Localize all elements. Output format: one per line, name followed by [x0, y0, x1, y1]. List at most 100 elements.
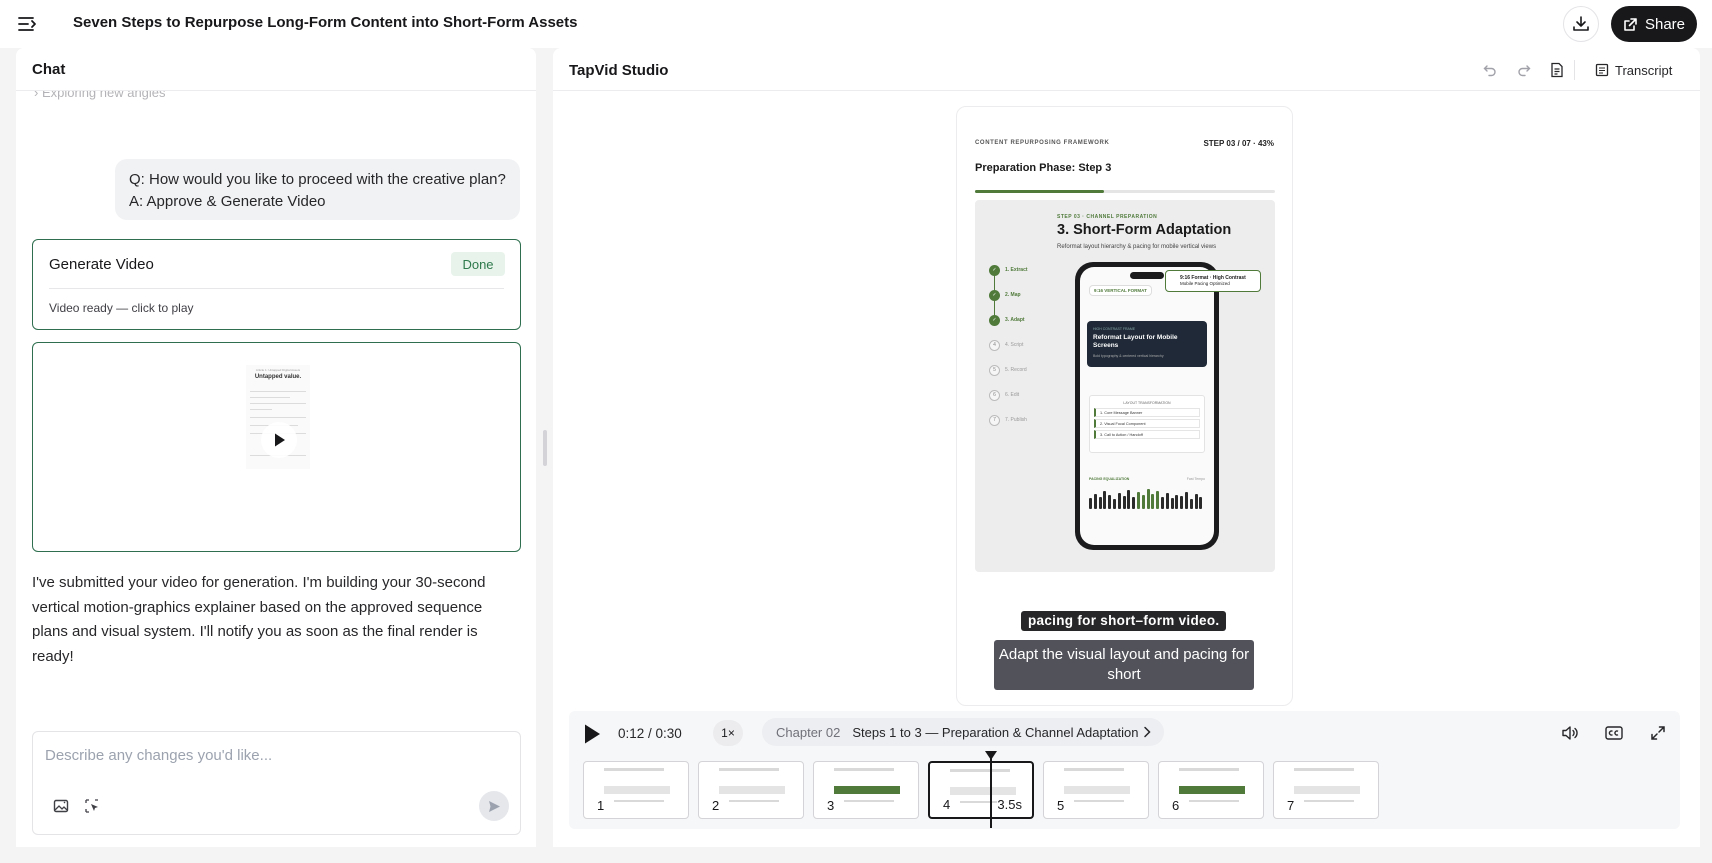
step-item: 4 4. Script [989, 339, 1023, 351]
cursor-select-icon [85, 799, 98, 813]
thumb-line [250, 409, 272, 410]
frame-timeline[interactable]: 1 2 3 4 3.5s 5 6 7 [583, 761, 1383, 821]
timeline-frame[interactable]: 5 [1043, 761, 1149, 819]
download-icon [1573, 16, 1589, 31]
frame-preview [1294, 786, 1360, 794]
download-button[interactable] [1563, 6, 1599, 42]
pacing-bar [1137, 492, 1140, 509]
captions-button[interactable] [1602, 721, 1626, 745]
message-input[interactable] [45, 744, 505, 766]
step-item: ✓ 2. Map [989, 289, 1021, 301]
document-button[interactable] [1546, 59, 1568, 81]
step-label: 1. Extract [1005, 267, 1028, 273]
kinetic-subtitle: pacing for short–form video. [1021, 611, 1227, 631]
format-tag: 9:16 VERTICAL FORMAT [1089, 285, 1152, 296]
pacing-bar [1189, 499, 1193, 509]
transcript-button[interactable]: Transcript [1595, 59, 1672, 81]
play-icon [275, 433, 285, 447]
chapter-title: Steps 1 to 3 — Preparation & Channel Ada… [852, 724, 1139, 740]
headline-card: HIGH CONTRAST FRAME Reformat Layout for … [1087, 321, 1207, 367]
check-icon: ✓ [989, 264, 1000, 276]
timeline-frame[interactable]: 1 [583, 761, 689, 819]
frame-preview [1179, 786, 1245, 794]
fullscreen-button[interactable] [1646, 721, 1670, 745]
callout-subtitle: Mobile Pacing Optimized [1180, 281, 1230, 286]
play-button[interactable] [578, 720, 606, 748]
inner-slide: STEP 03 · CHANNEL PREPARATION 3. Short-F… [975, 200, 1275, 572]
video-status-text: Video ready — click to play [49, 301, 194, 315]
pacing-bar [1093, 494, 1097, 509]
redo-button[interactable] [1513, 59, 1535, 81]
pacing-bar [1122, 496, 1126, 509]
timeline-playhead[interactable] [990, 751, 992, 828]
step-item: 6 6. Edit [989, 389, 1019, 401]
pacing-bar [1180, 496, 1184, 509]
frame-preview [719, 768, 779, 771]
image-sparkle-icon [53, 799, 69, 813]
timeline-frame[interactable]: 7 [1273, 761, 1379, 819]
undo-icon [1483, 65, 1496, 77]
panel-resize-handle[interactable] [543, 430, 547, 466]
qa-question: Q: How would you like to proceed with th… [129, 171, 506, 188]
document-title: Seven Steps to Repurpose Long-Form Conte… [73, 14, 578, 31]
step-label: 7. Publish [1005, 417, 1027, 423]
slide-progress-fill [975, 190, 1104, 193]
frame-number: 7 [1286, 798, 1296, 813]
step-item: ✓ 3. Adapt [989, 314, 1025, 326]
sidebar-toggle-icon[interactable] [16, 12, 40, 36]
share-button[interactable]: Share [1611, 6, 1697, 42]
frame-preview [614, 800, 664, 802]
thumbnail-caption: Article 1: Untapped Digital Assets [255, 368, 301, 372]
slide-progress-bar [975, 190, 1275, 193]
expand-icon [1651, 726, 1665, 740]
chat-messages[interactable]: › Exploring new angles Q: How would you … [16, 91, 536, 771]
chapter-number: Chapter 02 [776, 724, 841, 740]
playhead-handle[interactable] [985, 751, 997, 760]
thumb-line [250, 403, 306, 404]
frame-preview [719, 786, 785, 794]
frame-preview [844, 800, 894, 802]
chapter-selector[interactable]: Chapter 02 Steps 1 to 3 — Preparation & … [762, 718, 1164, 746]
timeline-frame[interactable]: 3 [813, 761, 919, 819]
timeline-frame[interactable]: 4 3.5s [928, 761, 1034, 819]
step-label: 3. Adapt [1005, 317, 1025, 323]
pacing-bar [1089, 498, 1092, 509]
play-video-button[interactable] [261, 422, 297, 458]
pacing-bar [1161, 497, 1164, 509]
video-preview-card[interactable]: Article 1: Untapped Digital Assets Untap… [32, 342, 521, 552]
thumb-line [250, 397, 290, 398]
pacing-bar [1156, 491, 1160, 509]
frame-preview [1294, 768, 1354, 771]
undo-button[interactable] [1479, 59, 1501, 81]
frame-preview [950, 769, 1010, 772]
pacing-bar [1175, 495, 1179, 509]
image-edit-button[interactable] [50, 795, 72, 817]
step-label: 4. Script [1005, 342, 1024, 348]
transcript-label: Transcript [1615, 62, 1673, 78]
pacing-bar [1170, 498, 1174, 509]
send-button[interactable] [479, 791, 509, 821]
playback-speed-button[interactable]: 1× [713, 720, 743, 746]
frame-preview [1179, 768, 1239, 771]
divider [49, 288, 504, 289]
layout-transformation-box: LAYOUT TRANSFORMATION 1. Core Message Ba… [1089, 395, 1205, 453]
select-element-button[interactable] [81, 795, 103, 817]
pacing-bar [1132, 497, 1136, 509]
step-number: 4 [989, 339, 1000, 351]
timeline-frame[interactable]: 6 [1158, 761, 1264, 819]
frame-preview [834, 768, 894, 771]
step-number: 7 [989, 414, 1000, 426]
volume-button[interactable] [1558, 721, 1582, 745]
frame-preview [604, 768, 664, 771]
check-icon: ✓ [989, 289, 1000, 301]
frame-preview [1074, 800, 1124, 802]
timecode: 0:12 / 0:30 [618, 726, 682, 741]
format-callout: 9:16 Format · High Contrast Mobile Pacin… [1165, 270, 1261, 292]
inner-kicker: STEP 03 · CHANNEL PREPARATION [1057, 214, 1158, 220]
timeline-frame[interactable]: 2 [698, 761, 804, 819]
pacing-bar [1098, 497, 1102, 509]
pacing-bar [1117, 493, 1121, 509]
step-item: 7 7. Publish [989, 414, 1027, 426]
pacing-bar [1127, 490, 1131, 509]
generate-video-card[interactable]: Generate Video Done Video ready — click … [32, 239, 521, 330]
